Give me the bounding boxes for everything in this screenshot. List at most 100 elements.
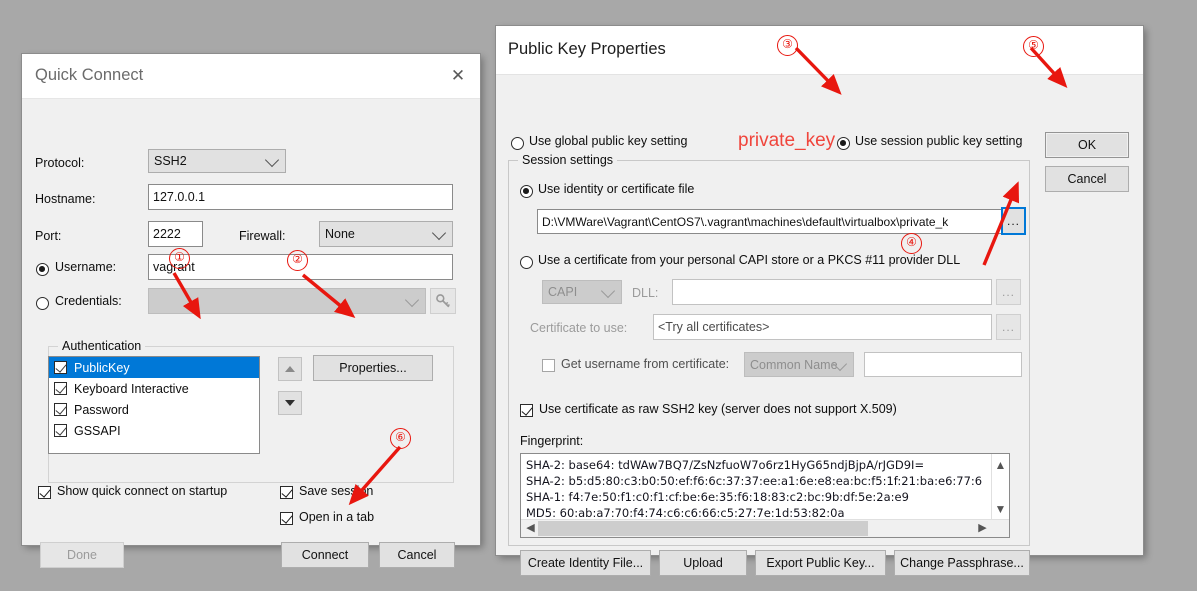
annotation-marker-3: ③ [777,35,798,56]
firewall-label: Firewall: [239,229,286,243]
browse-certificate-button[interactable]: ... [996,314,1021,340]
fingerprint-horizontal-scrollbar[interactable]: ◀ ▶ [521,519,1009,537]
quick-connect-title: Quick Connect [35,66,144,84]
list-item[interactable]: Keyboard Interactive [49,378,259,399]
firewall-select[interactable]: None [319,221,453,247]
use-identity-radio[interactable] [520,185,533,198]
open-in-tab-label: Open in a tab [299,510,375,524]
create-identity-file-button[interactable]: Create Identity File... [520,550,651,576]
done-button[interactable]: Done [40,542,124,568]
annotation-marker-4: ④ [901,233,922,254]
raw-ssh2-label: Use certificate as raw SSH2 key (server … [539,402,897,416]
get-username-checkbox[interactable] [542,359,555,372]
capi-value: CAPI [548,285,578,299]
arrow-down-icon [285,400,295,406]
identity-path-input[interactable]: D:\VMWare\Vagrant\CentOS7\.vagrant\machi… [537,209,1003,234]
private-key-note: private_key [738,130,836,151]
show-on-startup-checkbox[interactable] [38,486,51,499]
browse-dll-button[interactable]: ... [996,279,1021,305]
annotation-marker-6: ⑥ [390,428,411,449]
list-item-label: Password [74,402,129,417]
list-item-label: PublicKey [74,360,130,375]
browse-identity-button[interactable]: ... [1001,207,1026,235]
hostname-input[interactable]: 127.0.0.1 [148,184,453,210]
firewall-value: None [325,227,355,241]
port-value: 2222 [153,226,181,241]
protocol-select[interactable]: SSH2 [148,149,286,173]
key-icon[interactable] [430,288,456,314]
fingerprint-line: SHA-1: f4:7e:50:f1:c0:f1:cf:be:6e:35:f6:… [526,490,909,504]
credentials-label: Credentials: [55,294,122,308]
username-from-certificate-input[interactable] [864,352,1022,377]
authentication-list[interactable]: PublicKey Keyboard Interactive Password … [48,356,260,454]
use-capi-label: Use a certificate from your personal CAP… [538,253,961,267]
cancel-button[interactable]: Cancel [1045,166,1129,192]
list-item[interactable]: Password [49,399,259,420]
scrollbar-thumb[interactable] [538,521,868,536]
chevron-down-icon [600,283,616,299]
change-passphrase-button[interactable]: Change Passphrase... [894,550,1030,576]
connect-button[interactable]: Connect [281,542,369,568]
use-session-radio[interactable] [837,137,850,150]
chevron-left-icon[interactable]: ◀ [522,521,539,534]
authentication-group-title: Authentication [58,339,146,353]
use-global-radio[interactable] [511,137,524,150]
chevron-right-icon[interactable]: ▶ [974,521,991,534]
checkbox-icon[interactable] [54,424,67,437]
chevron-down-icon [264,152,280,168]
use-global-label: Use global public key setting [529,134,688,148]
open-in-tab-checkbox[interactable] [280,512,293,525]
quick-connect-body: Protocol: SSH2 Hostname: 127.0.0.1 Port:… [22,99,480,568]
fingerprint-vertical-scrollbar[interactable]: ▲ ▼ [991,454,1009,520]
common-name-select[interactable]: Common Name [744,352,854,377]
port-input[interactable]: 2222 [148,221,203,247]
hostname-label: Hostname: [35,192,96,206]
certificate-to-use-input[interactable]: <Try all certificates> [653,314,992,340]
cancel-button[interactable]: Cancel [379,542,455,568]
credentials-select[interactable] [148,288,426,314]
certificate-to-use-label: Certificate to use: [530,321,628,335]
public-key-properties-dialog: Public Key Properties Use global public … [496,26,1143,576]
upload-button[interactable]: Upload [659,550,747,576]
ok-button[interactable]: OK [1045,132,1129,158]
list-item[interactable]: PublicKey [49,357,259,378]
username-label: Username: [55,260,117,274]
chevron-down-icon[interactable]: ▼ [992,502,1009,516]
close-icon[interactable]: ✕ [445,64,471,88]
use-identity-label: Use identity or certificate file [538,182,695,196]
export-public-key-button[interactable]: Export Public Key... [755,550,886,576]
annotation-marker-1: ① [169,248,190,269]
credentials-radio[interactable] [36,297,49,310]
use-capi-radio[interactable] [520,256,533,269]
list-item-label: GSSAPI [74,423,121,438]
checkbox-icon[interactable] [54,361,67,374]
identity-path-value: D:\VMWare\Vagrant\CentOS7\.vagrant\machi… [542,214,949,229]
save-session-checkbox[interactable] [280,486,293,499]
use-session-label: Use session public key setting [855,134,1023,148]
checkbox-icon[interactable] [54,403,67,416]
list-item-label: Keyboard Interactive [74,381,189,396]
chevron-down-icon [431,225,447,241]
chevron-up-icon[interactable]: ▲ [992,458,1009,472]
public-key-title: Public Key Properties [508,40,666,58]
annotation-marker-2: ② [287,250,308,271]
properties-button[interactable]: Properties... [313,355,433,381]
arrow-up-icon [285,366,295,372]
list-item[interactable]: GSSAPI [49,420,259,441]
checkbox-icon[interactable] [54,382,67,395]
annotation-marker-5: ⑤ [1023,36,1044,57]
protocol-label: Protocol: [35,156,85,170]
raw-ssh2-checkbox[interactable] [520,404,533,417]
get-username-label: Get username from certificate: [561,357,730,371]
capi-select[interactable]: CAPI [542,280,622,304]
move-down-button[interactable] [278,391,302,415]
fingerprint-label: Fingerprint: [520,434,584,448]
common-name-value: Common Name [750,357,838,372]
move-up-button[interactable] [278,357,302,381]
fingerprint-line: SHA-2: base64: tdWAw7BQ7/ZsNzfuoW7o6rz1H… [526,458,925,472]
quick-connect-dialog: Quick Connect ✕ Protocol: SSH2 Hostname:… [22,54,480,568]
username-radio[interactable] [36,263,49,276]
fingerprint-box[interactable]: SHA-2: base64: tdWAw7BQ7/ZsNzfuoW7o6rz1H… [520,453,1010,538]
save-session-label: Save session [299,484,374,498]
dll-input[interactable] [672,279,992,305]
